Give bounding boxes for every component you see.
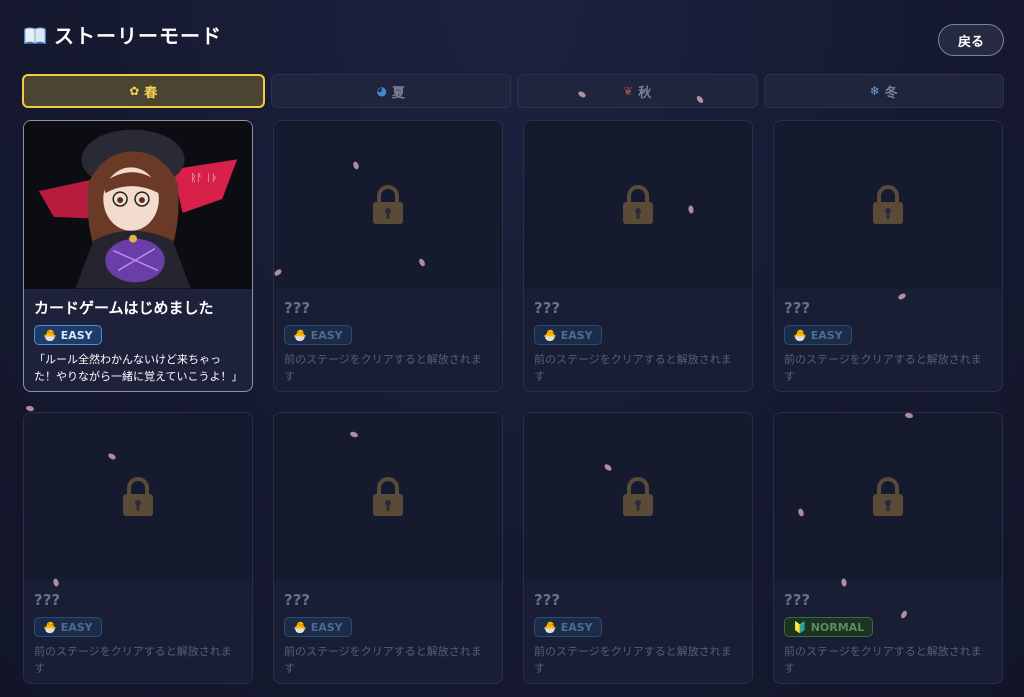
stage-grid: ᚱᚨ ᛁᚦ カードゲームはじめました 🐣 EASY 「ルール全然わかんないけど来… [23,120,1004,684]
stage-description: 前のステージをクリアすると解放されます [284,645,482,675]
difficulty-label: EASY [310,328,343,342]
stage-title: ??? [534,299,561,317]
difficulty-badge: 🐣 EASY [34,617,102,637]
sakura-icon: ✿ [129,84,140,98]
difficulty-badge: 🐣 EASY [34,325,102,345]
page-title: ストーリーモード [54,24,222,48]
chick-icon: 🐣 [793,328,807,342]
season-tabs: ✿ 春 ◕ 夏 ❦ 秋 ❄ 冬 [22,74,1004,108]
chick-icon: 🐣 [43,620,57,634]
locked-art [274,413,502,581]
stage-card-locked[interactable]: ??? 🐣 EASY 前のステージをクリアすると解放されます [273,120,503,392]
stage-description: 前のステージをクリアすると解放されます [534,353,732,383]
stage-card[interactable]: ᚱᚨ ᛁᚦ カードゲームはじめました 🐣 EASY 「ルール全然わかんないけど来… [23,120,253,392]
difficulty-label: EASY [310,620,343,634]
lock-icon [873,477,903,516]
lock-icon [623,477,653,516]
stage-card-locked[interactable]: ??? 🐣 EASY 前のステージをクリアすると解放されます [773,120,1003,392]
lock-icon [873,185,903,224]
locked-art [524,121,752,289]
chick-icon: 🐣 [293,620,307,634]
lock-icon [373,185,403,224]
chick-icon: 🐣 [293,328,307,342]
stage-title: ??? [784,299,811,317]
header: ストーリーモード [24,20,222,49]
locked-art [524,413,752,581]
stage-card-locked[interactable]: ??? 🐣 EASY 前のステージをクリアすると解放されます [523,120,753,392]
stage-title: ??? [784,591,811,609]
difficulty-label: EASY [60,620,93,634]
stage-title: カードゲームはじめました [34,299,214,317]
character-art: ᚱᚨ ᛁᚦ [24,121,252,289]
tab-spring[interactable]: ✿ 春 [22,74,265,108]
difficulty-label: NORMAL [810,620,865,634]
stage-description: 前のステージをクリアすると解放されます [784,353,982,383]
tab-label: 春 [144,85,158,101]
stage-card-locked[interactable]: ??? 🐣 EASY 前のステージをクリアすると解放されます [523,412,753,684]
tab-label: 夏 [391,85,405,101]
stage-description: 前のステージをクリアすると解放されます [34,645,232,675]
difficulty-label: EASY [60,328,93,342]
tab-label: 秋 [638,85,652,101]
stage-title: ??? [534,591,561,609]
chick-icon: 🐣 [43,328,57,342]
stage-description: 前のステージをクリアすると解放されます [784,645,982,675]
beginner-mark-icon: 🔰 [793,620,807,634]
difficulty-label: EASY [560,328,593,342]
locked-art [774,121,1002,289]
difficulty-badge: 🔰 NORMAL [784,617,874,637]
difficulty-badge: 🐣 EASY [284,617,352,637]
character-illustration: ᚱᚨ ᛁᚦ [24,121,252,289]
difficulty-label: EASY [560,620,593,634]
leaf-icon: ❦ [623,84,634,98]
locked-art [274,121,502,289]
stage-title: ??? [284,591,311,609]
difficulty-badge: 🐣 EASY [534,617,602,637]
difficulty-badge: 🐣 EASY [534,325,602,345]
tab-autumn[interactable]: ❦ 秋 [517,74,758,108]
lock-icon [373,477,403,516]
book-icon [24,27,46,44]
stage-description: 前のステージをクリアすると解放されます [284,353,482,383]
locked-art [774,413,1002,581]
stage-title: ??? [34,591,61,609]
stage-description: 前のステージをクリアすると解放されます [534,645,732,675]
lock-icon [123,477,153,516]
wave-icon: ◕ [376,84,387,98]
chick-icon: 🐣 [543,328,557,342]
lock-icon [623,185,653,224]
tab-winter[interactable]: ❄ 冬 [763,74,1004,108]
stage-title: ??? [284,299,311,317]
locked-art [24,413,252,581]
stage-description: 「ルール全然わかんないけど来ちゃった！やりながら一緒に覚えていこうよ！」 [34,353,243,383]
tab-label: 冬 [884,85,898,101]
chick-icon: 🐣 [543,620,557,634]
difficulty-badge: 🐣 EASY [284,325,352,345]
stage-card-locked[interactable]: ??? 🔰 NORMAL 前のステージをクリアすると解放されます [773,412,1003,684]
stage-card-locked[interactable]: ??? 🐣 EASY 前のステージをクリアすると解放されます [23,412,253,684]
difficulty-badge: 🐣 EASY [784,325,852,345]
back-button[interactable]: 戻る [938,24,1004,56]
tab-summer[interactable]: ◕ 夏 [270,74,511,108]
snowflake-icon: ❄ [869,84,880,98]
stage-card-locked[interactable]: ??? 🐣 EASY 前のステージをクリアすると解放されます [273,412,503,684]
svg-text:ᚱᚨ ᛁᚦ: ᚱᚨ ᛁᚦ [191,173,218,184]
difficulty-label: EASY [810,328,843,342]
